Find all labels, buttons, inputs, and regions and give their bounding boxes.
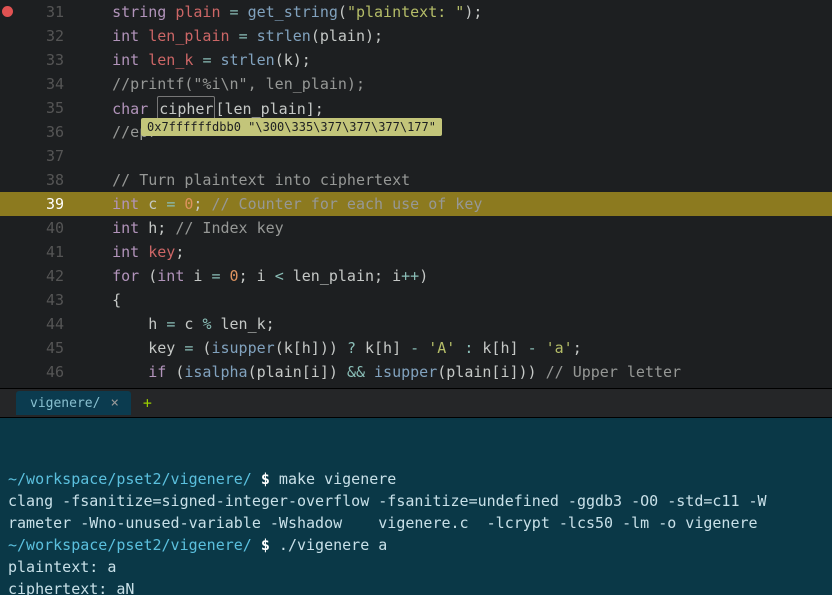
terminal-line: ~/workspace/pset2/vigenere/ $ make vigen… [8,468,824,490]
add-tab-icon[interactable]: + [143,394,152,412]
breakpoint-gutter[interactable] [0,288,16,312]
terminal-line: plaintext: a [8,556,824,578]
code-line[interactable]: 34 //printf("%i\n", len_plain); [0,72,832,96]
line-number: 38 [16,168,76,192]
breakpoint-gutter[interactable] [0,144,16,168]
code-line[interactable]: 32 int len_plain = strlen(plain); [0,24,832,48]
breakpoint-gutter[interactable] [0,216,16,240]
code-content[interactable]: int len_plain = strlen(plain); [76,24,832,48]
breakpoint-gutter[interactable] [0,240,16,264]
breakpoint-gutter[interactable] [0,72,16,96]
code-line[interactable]: 39 int c = 0; // Counter for each use of… [0,192,832,216]
terminal-tab[interactable]: vigenere/ × [16,391,131,415]
debug-tooltip: 0x7ffffffdbb0 "\300\335\377\377\377\177" [141,118,442,136]
breakpoint-gutter[interactable] [0,96,16,120]
line-number: 46 [16,360,76,384]
code-content[interactable]: key = (isupper(k[h])) ? k[h] - 'A' : k[h… [76,336,832,360]
code-content[interactable]: int key; [76,240,832,264]
code-line[interactable]: 31 string plain = get_string("plaintext:… [0,0,832,24]
code-content[interactable]: //printf("%i\n", len_plain); [76,72,832,96]
code-content[interactable]: int c = 0; // Counter for each use of ke… [76,192,832,216]
code-line[interactable]: 46 if (isalpha(plain[i]) && isupper(plai… [0,360,832,384]
code-line[interactable]: 42 for (int i = 0; i < len_plain; i++) [0,264,832,288]
breakpoint-gutter[interactable] [0,192,16,216]
terminal-line: ~/workspace/pset2/vigenere/ $ ./vigenere… [8,534,824,556]
code-content[interactable]: for (int i = 0; i < len_plain; i++) [76,264,832,288]
line-number: 36 [16,120,76,144]
breakpoint-gutter[interactable] [0,336,16,360]
code-line[interactable]: 43 { [0,288,832,312]
breakpoint-gutter[interactable] [0,0,16,24]
code-line[interactable]: 41 int key; [0,240,832,264]
code-content[interactable]: { [76,288,832,312]
line-number: 35 [16,96,76,120]
code-content[interactable]: // Turn plaintext into ciphertext [76,168,832,192]
breakpoint-gutter[interactable] [0,48,16,72]
code-line[interactable]: 44 h = c % len_k; [0,312,832,336]
code-content[interactable]: h = c % len_k; [76,312,832,336]
line-number: 44 [16,312,76,336]
terminal[interactable]: ~/workspace/pset2/vigenere/ $ make vigen… [0,418,832,595]
breakpoint-gutter[interactable] [0,120,16,144]
line-number: 32 [16,24,76,48]
line-number: 40 [16,216,76,240]
breakpoint-gutter[interactable] [0,168,16,192]
code-content[interactable]: if (isalpha(plain[i]) && isupper(plain[i… [76,360,832,384]
breakpoint-gutter[interactable] [0,24,16,48]
code-line[interactable]: 45 key = (isupper(k[h])) ? k[h] - 'A' : … [0,336,832,360]
code-content[interactable]: char cipher[len_plain]; [76,96,832,120]
breakpoint-icon[interactable] [2,6,13,17]
breakpoint-gutter[interactable] [0,312,16,336]
terminal-line: clang -fsanitize=signed-integer-overflow… [8,490,824,512]
line-number: 31 [16,0,76,24]
code-line[interactable]: 33 int len_k = strlen(k); [0,48,832,72]
breakpoint-gutter[interactable] [0,264,16,288]
line-number: 37 [16,144,76,168]
breakpoint-gutter[interactable] [0,360,16,384]
line-number: 43 [16,288,76,312]
code-line[interactable]: 37 [0,144,832,168]
code-content[interactable]: int h; // Index key [76,216,832,240]
code-line[interactable]: 35 char cipher[len_plain]; [0,96,832,120]
line-number: 42 [16,264,76,288]
line-number: 45 [16,336,76,360]
line-number: 34 [16,72,76,96]
terminal-tab-label: vigenere/ [30,396,100,411]
terminal-tabbar: vigenere/ × + [0,388,832,418]
terminal-line: rameter -Wno-unused-variable -Wshadow vi… [8,512,824,534]
code-content[interactable]: string plain = get_string("plaintext: ")… [76,0,832,24]
code-line[interactable]: 40 int h; // Index key [0,216,832,240]
line-number: 33 [16,48,76,72]
line-number: 41 [16,240,76,264]
terminal-line: ciphertext: aN [8,578,824,595]
code-content[interactable]: int len_k = strlen(k); [76,48,832,72]
close-icon[interactable]: × [110,395,118,411]
line-number: 39 [16,192,76,216]
code-content[interactable] [76,144,832,168]
code-line[interactable]: 38 // Turn plaintext into ciphertext [0,168,832,192]
code-editor[interactable]: 31 string plain = get_string("plaintext:… [0,0,832,388]
